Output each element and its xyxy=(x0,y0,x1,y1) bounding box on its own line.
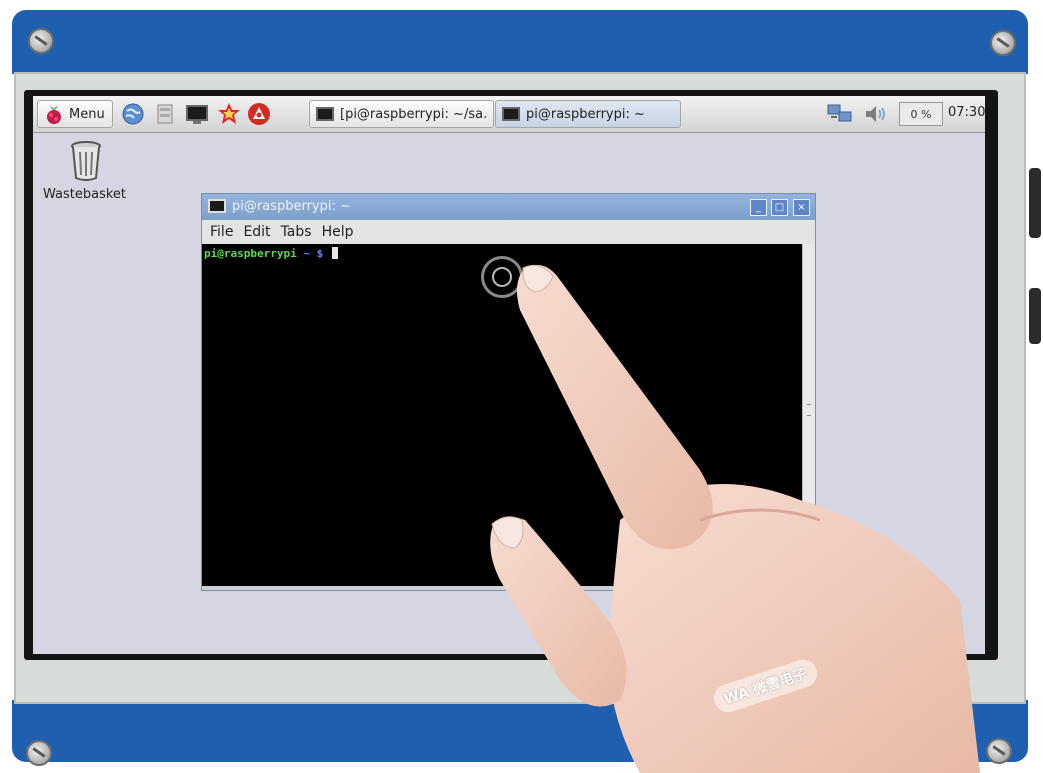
cpu-monitor[interactable]: 0 % xyxy=(899,102,943,126)
raspberry-icon xyxy=(44,103,64,125)
task-label: [pi@raspberrypi: ~/sa... xyxy=(340,106,487,122)
pcb-board-top xyxy=(12,10,1028,74)
window-title: pi@raspberrypi: ~ xyxy=(232,199,351,214)
side-connector xyxy=(1029,288,1041,344)
taskbar-task-terminal-1[interactable]: [pi@raspberrypi: ~/sa... xyxy=(309,100,494,128)
window-titlebar[interactable]: pi@raspberrypi: ~ _ □ × xyxy=(202,194,815,220)
terminal-window: pi@raspberrypi: ~ _ □ × File Edit Tabs H… xyxy=(201,193,816,591)
menu-label: Menu xyxy=(69,106,105,122)
volume-icon[interactable] xyxy=(863,102,887,126)
text-cursor xyxy=(331,247,338,259)
screw-icon xyxy=(990,30,1016,56)
menu-help[interactable]: Help xyxy=(322,224,354,240)
desktop: Menu [pi@raspberrypi: ~/sa... pi@raspber… xyxy=(33,96,985,654)
screw-icon xyxy=(28,28,54,54)
terminal-scrollbar[interactable] xyxy=(802,244,815,586)
minimize-button[interactable]: _ xyxy=(750,199,767,216)
menu-button[interactable]: Menu xyxy=(37,100,113,128)
touch-indicator xyxy=(481,256,523,298)
menu-edit[interactable]: Edit xyxy=(243,224,270,240)
web-browser-icon[interactable] xyxy=(121,102,145,126)
prompt-path: ~ $ xyxy=(296,247,330,260)
terminal-menubar: File Edit Tabs Help xyxy=(202,220,815,244)
terminal-icon xyxy=(502,107,520,121)
screw-icon xyxy=(986,738,1012,764)
maximize-button[interactable]: □ xyxy=(771,199,788,216)
terminal-icon xyxy=(316,107,334,121)
wolfram-icon[interactable] xyxy=(247,102,271,126)
file-manager-icon[interactable] xyxy=(153,102,177,126)
terminal-icon xyxy=(208,199,226,213)
taskbar: Menu [pi@raspberrypi: ~/sa... pi@raspber… xyxy=(33,96,985,133)
mathematica-icon[interactable] xyxy=(217,102,241,126)
taskbar-task-terminal-2[interactable]: pi@raspberrypi: ~ xyxy=(495,100,681,128)
clock[interactable]: 07:30 xyxy=(948,105,985,120)
wastebasket-icon[interactable] xyxy=(69,140,103,182)
window-bottom-border xyxy=(202,586,815,590)
shell-prompt: pi@raspberrypi ~ $ xyxy=(204,247,338,260)
menu-file[interactable]: File xyxy=(210,224,233,240)
screw-icon xyxy=(26,740,52,766)
pcb-board-bottom xyxy=(12,700,1028,762)
task-label: pi@raspberrypi: ~ xyxy=(526,106,645,122)
terminal-icon[interactable] xyxy=(185,102,209,126)
close-button[interactable]: × xyxy=(793,199,810,216)
network-icon[interactable] xyxy=(827,102,852,126)
menu-tabs[interactable]: Tabs xyxy=(281,224,312,240)
prompt-user: pi@raspberrypi xyxy=(204,247,297,260)
side-connector xyxy=(1029,168,1041,238)
scrollbar-grip[interactable] xyxy=(807,404,811,416)
wastebasket-label[interactable]: Wastebasket xyxy=(43,187,126,202)
